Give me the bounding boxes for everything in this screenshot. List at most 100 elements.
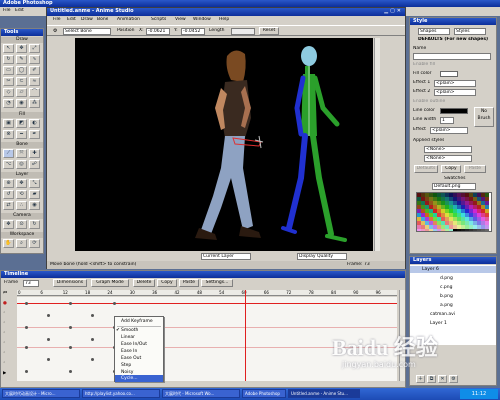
- layer-row-layer6[interactable]: Layer 6: [410, 266, 496, 273]
- keyframe-marker[interactable]: [47, 314, 50, 317]
- frame-input[interactable]: 73: [23, 280, 39, 287]
- menu-draw[interactable]: Draw: [81, 17, 93, 23]
- layer-row-a[interactable]: a.png: [410, 302, 496, 309]
- menu-animation[interactable]: Animation: [117, 17, 140, 23]
- bend-icon[interactable]: ⌒: [29, 88, 40, 97]
- layer-row-b[interactable]: b.png: [410, 293, 496, 300]
- shear-layer-icon[interactable]: ▰: [29, 190, 40, 199]
- point-width-icon[interactable]: ◉: [16, 99, 27, 108]
- taskbar-item-anime-studio[interactable]: Untitled.anme - Anime Stu...: [288, 389, 360, 398]
- copy-style-button[interactable]: Copy: [441, 165, 461, 173]
- keyframe-marker[interactable]: [25, 326, 28, 329]
- curvature-icon[interactable]: ∿: [29, 55, 40, 64]
- keyframe-marker[interactable]: [91, 338, 94, 341]
- hide-edge-icon[interactable]: ◔: [3, 99, 14, 108]
- swatches-select[interactable]: Default.png: [432, 183, 476, 190]
- playhead-line[interactable]: [245, 290, 246, 381]
- track-camera-icon[interactable]: ✥: [3, 220, 14, 229]
- shapes-select[interactable]: Shapes: [418, 28, 450, 35]
- layer-row-c[interactable]: c.png: [410, 284, 496, 291]
- keyframe-marker[interactable]: [25, 302, 28, 305]
- defaults-button[interactable]: Defaults: [414, 165, 438, 173]
- keyframe-marker[interactable]: [113, 302, 116, 305]
- taskbar-item-photoshop[interactable]: Adobe Photoshop: [242, 389, 286, 398]
- rotate-points-icon[interactable]: ↻: [3, 55, 14, 64]
- keyframe-marker[interactable]: [69, 370, 72, 373]
- translate-bone-icon[interactable]: ⤧: [16, 149, 27, 158]
- menu-linear[interactable]: Linear: [115, 334, 163, 341]
- line-width-input[interactable]: 1: [440, 117, 454, 124]
- keyframe-marker[interactable]: [69, 302, 72, 305]
- add-bone-icon[interactable]: ✚: [29, 149, 40, 158]
- taskbar-item-doc[interactable]: 大展时代动画设计 - Micro...: [2, 389, 80, 398]
- applied-style1-select[interactable]: <None>: [424, 146, 472, 153]
- y-value-field[interactable]: -0.0452: [181, 28, 205, 35]
- menu-help[interactable]: Help: [219, 17, 229, 23]
- select-bone-icon[interactable]: ⟋: [3, 149, 14, 158]
- length-field[interactable]: [231, 28, 255, 35]
- pan-workspace-icon[interactable]: ✋: [3, 239, 14, 248]
- freehand-icon[interactable]: ✐: [29, 66, 40, 75]
- fill-color-swatch[interactable]: [440, 71, 458, 77]
- menu-ease-out[interactable]: Ease Out: [115, 355, 163, 362]
- zoom-camera-icon[interactable]: ⊙: [16, 220, 27, 229]
- shear-icon[interactable]: ▱: [16, 88, 27, 97]
- menu-ease-in[interactable]: Ease In: [115, 348, 163, 355]
- layer-row-d[interactable]: d.png: [410, 275, 496, 282]
- dimensions-select[interactable]: Dimensions: [53, 279, 87, 287]
- layer-row-catman[interactable]: catman.avi: [410, 311, 496, 318]
- timeline-ruler[interactable]: 06121824303642485460667278849096: [17, 290, 397, 296]
- color-swatches-grid[interactable]: [416, 192, 492, 232]
- roll-camera-icon[interactable]: ↻: [29, 220, 40, 229]
- menu-view[interactable]: View: [175, 17, 186, 23]
- x-value-field[interactable]: -0.0621: [146, 28, 170, 35]
- menu-cycle[interactable]: Cycle...: [115, 375, 163, 382]
- no-brush-button[interactable]: No Brush: [474, 107, 494, 127]
- delete-keys-button[interactable]: Delete: [133, 279, 155, 287]
- eyedropper-icon[interactable]: ✒: [29, 130, 40, 139]
- ps-menu-file[interactable]: File: [3, 8, 11, 14]
- translate-layer-icon[interactable]: ✥: [16, 179, 27, 188]
- paint-bucket-icon[interactable]: ◐: [29, 119, 40, 128]
- tool-name-select[interactable]: Select Bone: [63, 28, 111, 35]
- rewind-icon[interactable]: ⏮: [3, 291, 7, 297]
- quality-select[interactable]: Display Quality: [297, 253, 347, 260]
- record-channel-icon[interactable]: ●: [3, 301, 7, 307]
- line-width-icon[interactable]: ━: [16, 130, 27, 139]
- timeline-settings-button[interactable]: Settings...: [201, 279, 233, 287]
- keyframe-marker[interactable]: [91, 314, 94, 317]
- switch-layer-icon[interactable]: ⇄: [3, 201, 14, 210]
- enable-fill-checkbox[interactable]: Enable fill: [413, 62, 435, 68]
- delete-shape-icon[interactable]: ⊗: [3, 130, 14, 139]
- scale-points-icon[interactable]: ⤢: [29, 44, 40, 53]
- menu-bone[interactable]: Bone: [97, 17, 108, 23]
- noise-icon[interactable]: ≈: [29, 77, 40, 86]
- menu-ease-in-out[interactable]: Ease In/Out: [115, 341, 163, 348]
- effect1-select[interactable]: <plain>: [434, 80, 476, 87]
- effect2-select[interactable]: <plain>: [434, 89, 476, 96]
- styles-select[interactable]: Styles: [454, 28, 486, 35]
- taskbar-item-word[interactable]: 大展时代 - Microsoft Wo...: [162, 389, 240, 398]
- select-points-icon[interactable]: ↖: [3, 44, 14, 53]
- eyeball-icon[interactable]: ◉: [29, 201, 40, 210]
- translate-points-icon[interactable]: ✥: [16, 44, 27, 53]
- keyframe-marker[interactable]: [91, 358, 94, 361]
- menu-window[interactable]: Window: [193, 17, 211, 23]
- menu-file[interactable]: File: [53, 17, 61, 23]
- rotate-layer-xy-icon[interactable]: ⟲: [16, 190, 27, 199]
- menu-add-keyframe[interactable]: Add Keyframe: [115, 318, 163, 325]
- bone-strength-icon[interactable]: ◎: [16, 160, 27, 169]
- rotate-workspace-icon[interactable]: ⟳: [29, 239, 40, 248]
- delete-edge-icon[interactable]: ✂: [3, 77, 14, 86]
- ps-menu-edit[interactable]: Edit: [15, 8, 24, 14]
- canvas-vertical-scrollbar[interactable]: [374, 38, 380, 251]
- keyframe-marker[interactable]: [47, 358, 50, 361]
- menu-edit[interactable]: Edit: [67, 17, 76, 23]
- name-input[interactable]: [413, 53, 491, 60]
- color-swatch[interactable]: [485, 229, 489, 231]
- rotate-layer-z-icon[interactable]: ↺: [3, 190, 14, 199]
- menu-smooth[interactable]: ✔ Smooth: [115, 327, 163, 334]
- keyframe-marker[interactable]: [25, 346, 28, 349]
- scatter-brush-icon[interactable]: ⁂: [29, 99, 40, 108]
- menu-scripts[interactable]: Scripts: [151, 17, 166, 23]
